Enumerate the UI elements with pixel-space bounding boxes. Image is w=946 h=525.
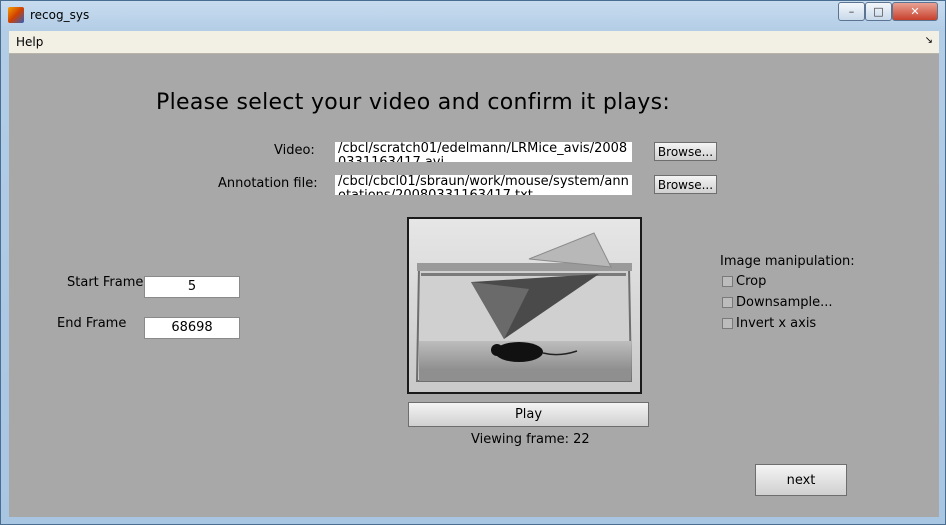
crop-checkbox[interactable] xyxy=(722,276,733,287)
page-title: Please select your video and confirm it … xyxy=(156,90,671,115)
downsample-label: Downsample... xyxy=(736,295,833,310)
downsample-checkbox[interactable] xyxy=(722,297,733,308)
title-bar[interactable]: recog_sys – □ ✕ xyxy=(1,1,946,31)
menu-bar: Help ↘ xyxy=(9,31,939,54)
close-button[interactable]: ✕ xyxy=(892,2,938,21)
minimize-button[interactable]: – xyxy=(838,2,865,21)
maximize-button[interactable]: □ xyxy=(865,2,892,21)
video-browse-button[interactable]: Browse... xyxy=(654,142,717,161)
annotation-label: Annotation file: xyxy=(218,176,318,191)
end-frame-input[interactable]: 68698 xyxy=(144,317,240,339)
end-frame-label: End Frame xyxy=(57,316,127,331)
option-invert-x[interactable]: Invert x axis xyxy=(722,316,816,331)
matlab-icon xyxy=(8,7,24,23)
video-preview xyxy=(407,217,642,394)
menu-help[interactable]: Help xyxy=(16,35,43,49)
image-manipulation-label: Image manipulation: xyxy=(720,254,855,269)
start-frame-label: Start Frame xyxy=(67,275,144,290)
video-path-field[interactable]: /cbcl/scratch01/edelmann/LRMice_avis/200… xyxy=(335,142,632,162)
play-button[interactable]: Play xyxy=(408,402,649,427)
invert-x-checkbox[interactable] xyxy=(722,318,733,329)
next-button[interactable]: next xyxy=(755,464,847,496)
option-downsample[interactable]: Downsample... xyxy=(722,295,833,310)
annotation-path-field[interactable]: /cbcl/cbcl01/sbraun/work/mouse/system/an… xyxy=(335,175,632,195)
video-label: Video: xyxy=(274,143,315,158)
crop-label: Crop xyxy=(736,274,767,289)
option-crop[interactable]: Crop xyxy=(722,274,766,289)
application-window: recog_sys – □ ✕ Help ↘ Please select you… xyxy=(0,0,946,525)
invert-x-label: Invert x axis xyxy=(736,316,817,331)
annotation-browse-button[interactable]: Browse... xyxy=(654,175,717,194)
video-frame-image xyxy=(409,219,640,392)
viewing-frame-text: Viewing frame: 22 xyxy=(471,432,590,447)
dock-arrow-icon[interactable]: ↘ xyxy=(925,35,933,46)
start-frame-input[interactable]: 5 xyxy=(144,276,240,298)
window-title: recog_sys xyxy=(30,8,90,22)
figure-panel: Please select your video and confirm it … xyxy=(9,54,939,517)
